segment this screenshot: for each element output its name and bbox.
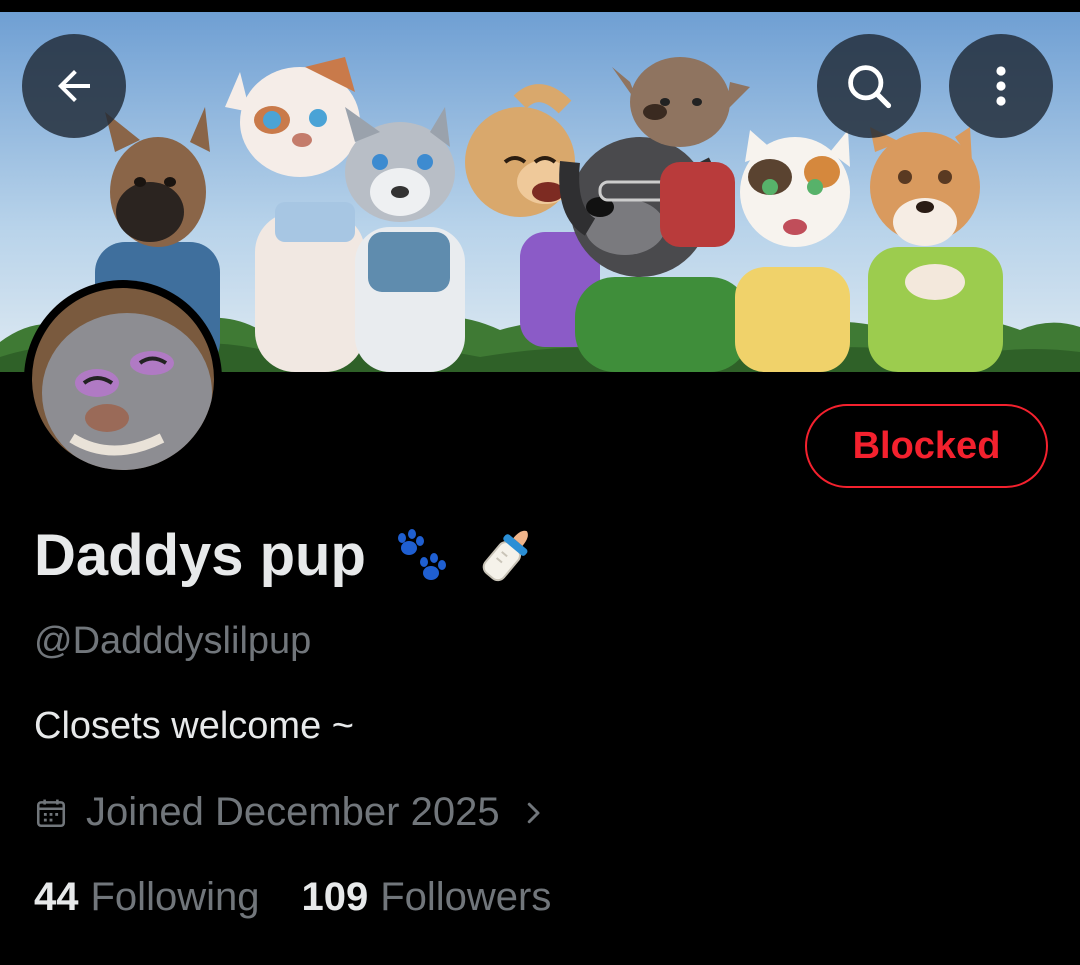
search-button[interactable] <box>817 34 921 138</box>
bio: Closets welcome ~ <box>34 705 354 747</box>
joined-date-text: Joined December 2025 <box>86 790 500 834</box>
more-options-button[interactable] <box>949 34 1053 138</box>
search-icon <box>848 65 892 109</box>
followers-link[interactable]: 109 Followers <box>301 875 551 920</box>
blocked-button[interactable]: Blocked <box>805 404 1048 488</box>
following-link[interactable]: 44 Following <box>34 875 259 920</box>
more-vertical-icon <box>996 66 1006 106</box>
baby-bottle-emoji <box>482 530 528 582</box>
followers-label: Followers <box>380 875 552 919</box>
avatar-image <box>32 288 214 470</box>
follow-stats: 44 Following 109 Followers <box>34 875 551 920</box>
chevron-right-icon <box>527 802 540 823</box>
profile-page: Blocked Daddys pup @Dadddyslilpup Closet… <box>0 0 1080 965</box>
following-label: Following <box>90 875 260 919</box>
followers-count: 109 <box>301 875 369 919</box>
calendar-icon <box>36 799 66 827</box>
blocked-button-label: Blocked <box>852 424 1001 467</box>
user-handle: @Dadddyslilpup <box>34 620 312 662</box>
following-count: 44 <box>34 875 79 919</box>
display-name: Daddys pup <box>34 520 542 590</box>
display-name-text: Daddys pup <box>34 522 366 588</box>
arrow-left-icon <box>58 70 90 102</box>
paw-prints-emoji <box>397 529 446 580</box>
avatar[interactable] <box>24 280 222 478</box>
joined-date-row[interactable]: Joined December 2025 <box>34 790 548 835</box>
back-button[interactable] <box>22 34 126 138</box>
